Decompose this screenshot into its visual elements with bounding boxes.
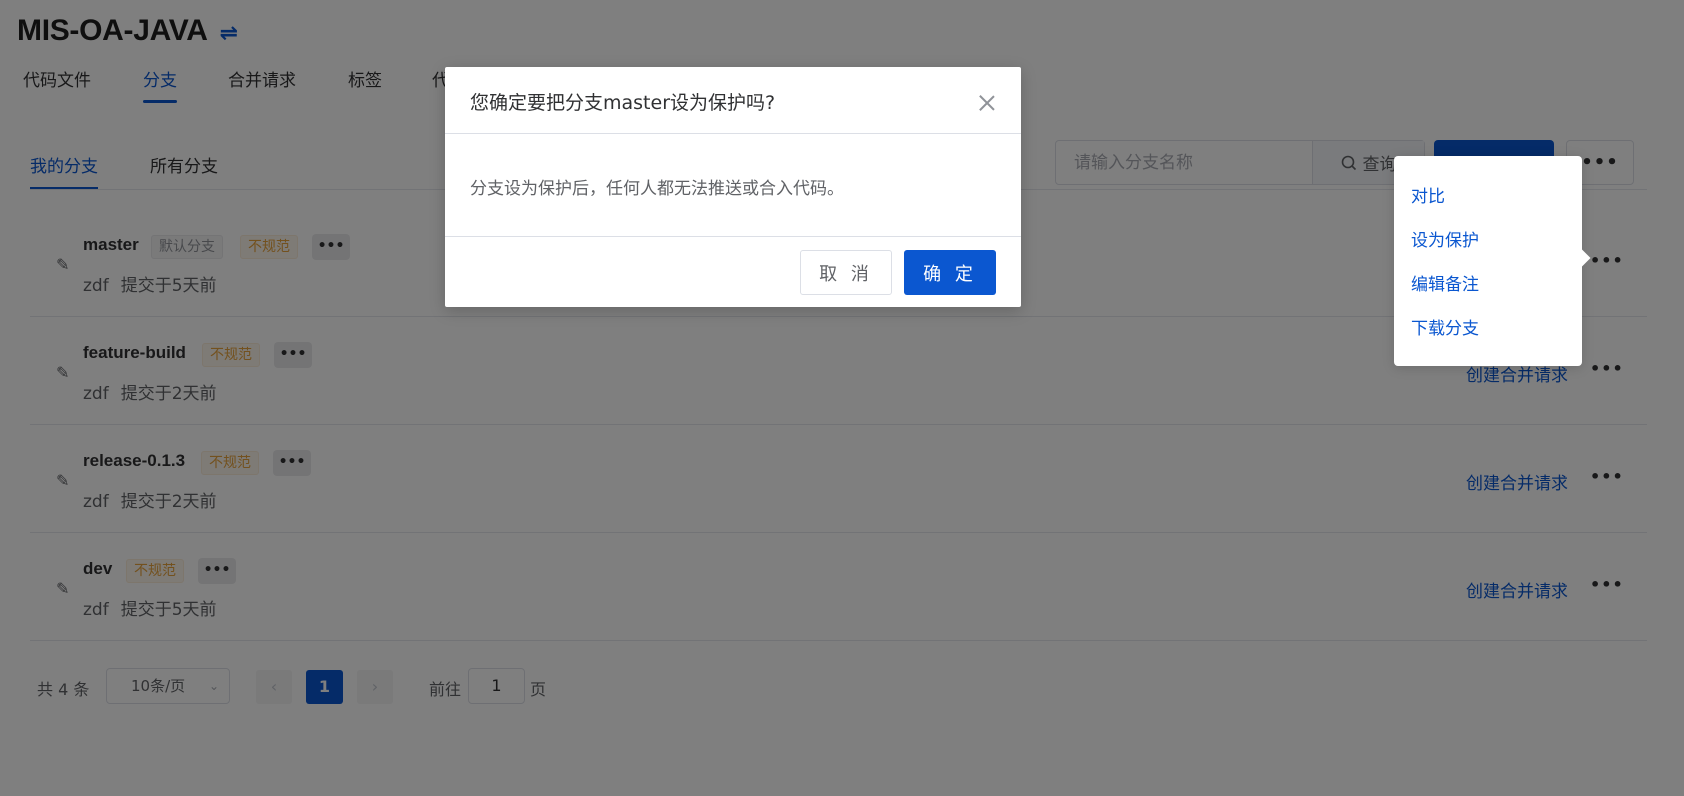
branch-actions-dropdown: 对比 设为保护 编辑备注 下载分支 — [1394, 156, 1582, 366]
confirm-button[interactable]: 确 定 — [904, 250, 996, 295]
dialog-footer: 取 消 确 定 — [445, 236, 1021, 307]
dialog-header: 您确定要把分支master设为保护吗? — [445, 67, 1021, 134]
cancel-button[interactable]: 取 消 — [800, 250, 892, 295]
confirm-dialog: 您确定要把分支master设为保护吗? 分支设为保护后，任何人都无法推送或合入代… — [445, 67, 1021, 307]
menu-item-set-protected[interactable]: 设为保护 — [1411, 226, 1479, 251]
menu-item-compare[interactable]: 对比 — [1411, 182, 1445, 207]
menu-item-download-branch[interactable]: 下载分支 — [1411, 314, 1479, 339]
close-icon[interactable] — [979, 95, 995, 111]
dialog-message: 分支设为保护后，任何人都无法推送或合入代码。 — [470, 179, 844, 199]
dialog-title: 您确定要把分支master设为保护吗? — [470, 92, 776, 114]
menu-item-edit-note[interactable]: 编辑备注 — [1411, 270, 1479, 295]
